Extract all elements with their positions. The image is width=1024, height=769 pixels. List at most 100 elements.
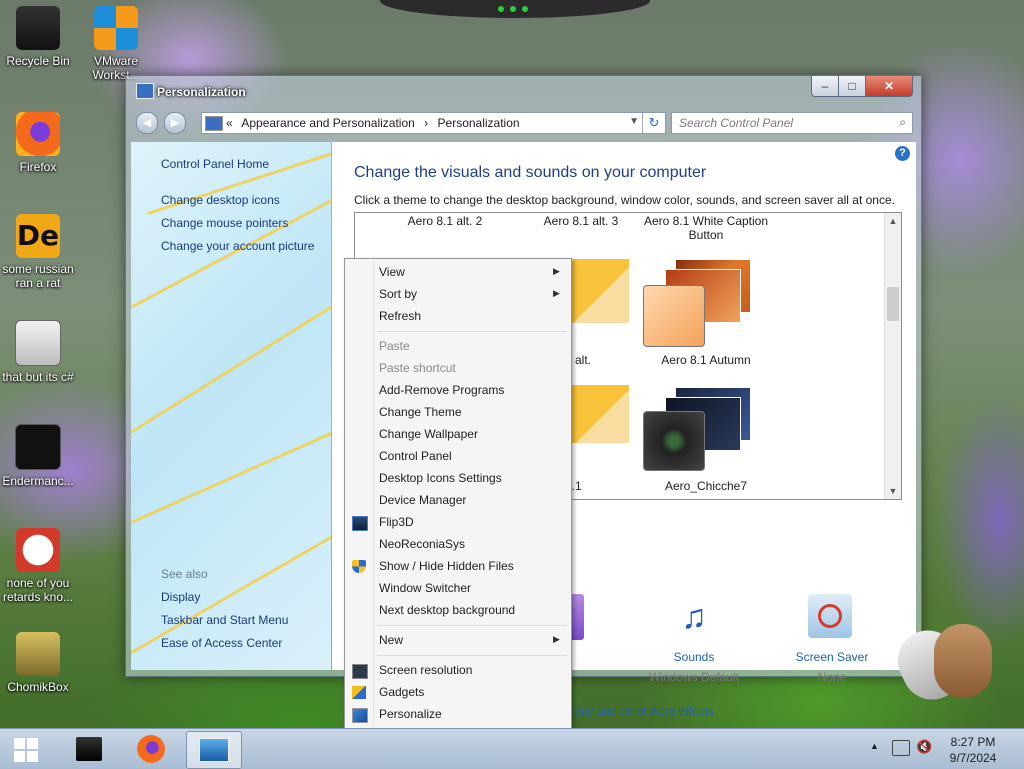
- scroll-up-icon[interactable]: ▲: [885, 213, 901, 229]
- menu-item-control-panel[interactable]: Control Panel: [379, 449, 452, 463]
- menu-item-flip3d[interactable]: Flip3D: [379, 515, 414, 529]
- taskbar: ▲ 🔇 8:27 PM 9/7/2024: [0, 728, 1024, 769]
- start-button[interactable]: [0, 729, 54, 769]
- sounds-icon[interactable]: ♫: [669, 594, 719, 640]
- taskbar-app-firefox[interactable]: [124, 731, 178, 767]
- left-pane: Control Panel Home Change desktop icons …: [131, 142, 331, 670]
- taskbar-app-personalization[interactable]: [186, 731, 242, 769]
- menu-item-add-remove-programs[interactable]: Add-Remove Programs: [379, 383, 504, 397]
- control-panel-icon: [199, 738, 229, 762]
- breadcrumb: « Appearance and Personalization › Perso…: [226, 116, 526, 130]
- desktop-icon-chomikbox[interactable]: ChomikBox: [0, 632, 76, 694]
- submenu-arrow-icon: ▶: [553, 288, 560, 298]
- menu-item-new[interactable]: New: [379, 633, 403, 647]
- search-icon[interactable]: ⌕: [899, 115, 906, 130]
- desktop-icon-firefox[interactable]: Firefox: [0, 112, 76, 174]
- desktop-icon-vmware[interactable]: VMware Workst...: [78, 6, 154, 82]
- menu-item-show-hide-hidden-files[interactable]: Show / Hide Hidden Files: [379, 559, 514, 573]
- sounds-label[interactable]: Sounds: [639, 650, 749, 664]
- theme-aero-chicche7[interactable]: Aero_Chicche7: [637, 479, 775, 493]
- minimize-button[interactable]: –: [811, 76, 839, 97]
- volume-muted-icon[interactable]: 🔇: [916, 739, 932, 755]
- search-input[interactable]: Search Control Panel ⌕: [671, 112, 913, 134]
- network-icon[interactable]: [892, 740, 910, 756]
- address-bar[interactable]: « Appearance and Personalization › Perso…: [201, 112, 666, 134]
- breadcrumb-personalization[interactable]: Personalization: [438, 116, 520, 130]
- desktop-icon-none-of-you[interactable]: none of you retards kno...: [0, 528, 76, 604]
- menu-item-window-switcher[interactable]: Window Switcher: [379, 581, 471, 595]
- desktop-icon-label: that but its c#: [2, 370, 74, 384]
- screen-saver-icon[interactable]: [808, 594, 852, 638]
- chevron-down-icon[interactable]: ▼: [629, 116, 639, 127]
- gadgets-icon: [352, 686, 366, 699]
- top-decoration: [380, 0, 650, 18]
- menu-item-personalize[interactable]: Personalize: [379, 707, 442, 721]
- desktop-icon-label: Recycle Bin: [6, 54, 70, 68]
- breadcrumb-appearance[interactable]: Appearance and Personalization: [241, 116, 414, 130]
- taskbar-start-menu-link[interactable]: Taskbar and Start Menu: [161, 613, 288, 627]
- menu-item-desktop-icons-settings[interactable]: Desktop Icons Settings: [379, 471, 502, 485]
- ease-of-access-link[interactable]: Ease of Access Center: [161, 636, 282, 650]
- refresh-icon[interactable]: ↻: [642, 113, 665, 133]
- menu-item-change-wallpaper[interactable]: Change Wallpaper: [379, 427, 478, 441]
- taskbar-app-terminal[interactable]: [62, 731, 116, 767]
- flip3d-icon: [352, 516, 368, 531]
- change-desktop-icons-link[interactable]: Change desktop icons: [161, 193, 280, 207]
- chicche-theme-thumbnail[interactable]: [643, 385, 761, 475]
- help-icon[interactable]: ?: [895, 146, 910, 161]
- desktop-icon-label: Firefox: [19, 160, 57, 174]
- theme-thumbnail[interactable]: [569, 385, 629, 443]
- theme-aero-white-caption[interactable]: Aero 8.1 White Caption Button: [637, 214, 775, 242]
- menu-item-screen-resolution[interactable]: Screen resolution: [379, 663, 472, 677]
- desktop-icon-endermanch[interactable]: Endermanc...: [0, 424, 76, 488]
- menu-item-next-desktop-background[interactable]: Next desktop background: [379, 603, 515, 617]
- theme-aero-autumn[interactable]: Aero 8.1 Autumn: [637, 353, 775, 367]
- breadcrumb-overflow[interactable]: «: [226, 116, 233, 130]
- menu-item-change-theme[interactable]: Change Theme: [379, 405, 462, 419]
- back-button[interactable]: ◀: [136, 112, 158, 134]
- menu-item-sort-by[interactable]: Sort by: [379, 287, 417, 301]
- close-button[interactable]: ✕: [865, 76, 913, 97]
- system-clock[interactable]: 8:27 PM 9/7/2024: [938, 734, 1008, 766]
- desktop-icon-label: none of you retards kno...: [2, 576, 74, 604]
- control-panel-home-link[interactable]: Control Panel Home: [161, 157, 269, 171]
- theme-list-scrollbar[interactable]: ▲ ▼: [884, 213, 901, 499]
- theme-aero-alt3[interactable]: Aero 8.1 alt. 3: [511, 214, 651, 228]
- scroll-thumb[interactable]: [887, 287, 899, 321]
- change-account-picture-link[interactable]: Change your account picture: [161, 239, 314, 253]
- submenu-arrow-icon: ▶: [553, 634, 560, 644]
- forward-button[interactable]: ▶: [164, 112, 186, 134]
- change-mouse-pointers-link[interactable]: Change mouse pointers: [161, 216, 288, 230]
- theme-aero-alt2[interactable]: Aero 8.1 alt. 2: [375, 214, 515, 228]
- menu-item-device-manager[interactable]: Device Manager: [379, 493, 466, 507]
- chomikbox-icon: [16, 632, 60, 676]
- autumn-theme-thumbnail[interactable]: [643, 255, 761, 349]
- firefox-icon: [137, 735, 165, 763]
- aero-effects-link[interactable]: ency and other Aero effects: [568, 704, 714, 718]
- shield-icon: [352, 560, 366, 573]
- menu-item-refresh[interactable]: Refresh: [379, 309, 421, 323]
- screen-saver-label[interactable]: Screen Saver: [777, 650, 887, 664]
- desktop-icon-label: Endermanc...: [2, 474, 74, 488]
- dinosaur-icon: [16, 528, 60, 572]
- desktop-icon-russian-rat[interactable]: De some russian ran a rat: [0, 214, 76, 290]
- theme-thumbnail[interactable]: [569, 259, 629, 323]
- scroll-down-icon[interactable]: ▼: [885, 483, 901, 499]
- breadcrumb-separator[interactable]: ›: [424, 116, 428, 130]
- screen-saver-value: None: [817, 670, 847, 684]
- menu-item-view[interactable]: View: [379, 265, 405, 279]
- sounds-value: Windows Default: [648, 670, 740, 684]
- title-bar[interactable]: Personalization – □ ✕: [126, 76, 921, 104]
- windows-stack-icon: [15, 320, 61, 366]
- menu-item-gadgets[interactable]: Gadgets: [379, 685, 424, 699]
- display-link[interactable]: Display: [161, 590, 200, 604]
- tray-overflow-icon[interactable]: ▲: [870, 741, 879, 751]
- sounds-item[interactable]: Sounds Windows Default: [639, 650, 749, 684]
- window-title: Personalization: [157, 85, 246, 99]
- desktop-icon-recycle-bin[interactable]: Recycle Bin: [0, 6, 76, 68]
- desktop-icon-csharp[interactable]: that but its c#: [0, 320, 76, 384]
- maximize-button[interactable]: □: [838, 76, 866, 97]
- menu-item-neoreconiasys[interactable]: NeoReconiaSys: [379, 537, 465, 551]
- screen-saver-item[interactable]: Screen Saver None: [777, 650, 887, 684]
- see-also-heading: See also: [161, 567, 208, 581]
